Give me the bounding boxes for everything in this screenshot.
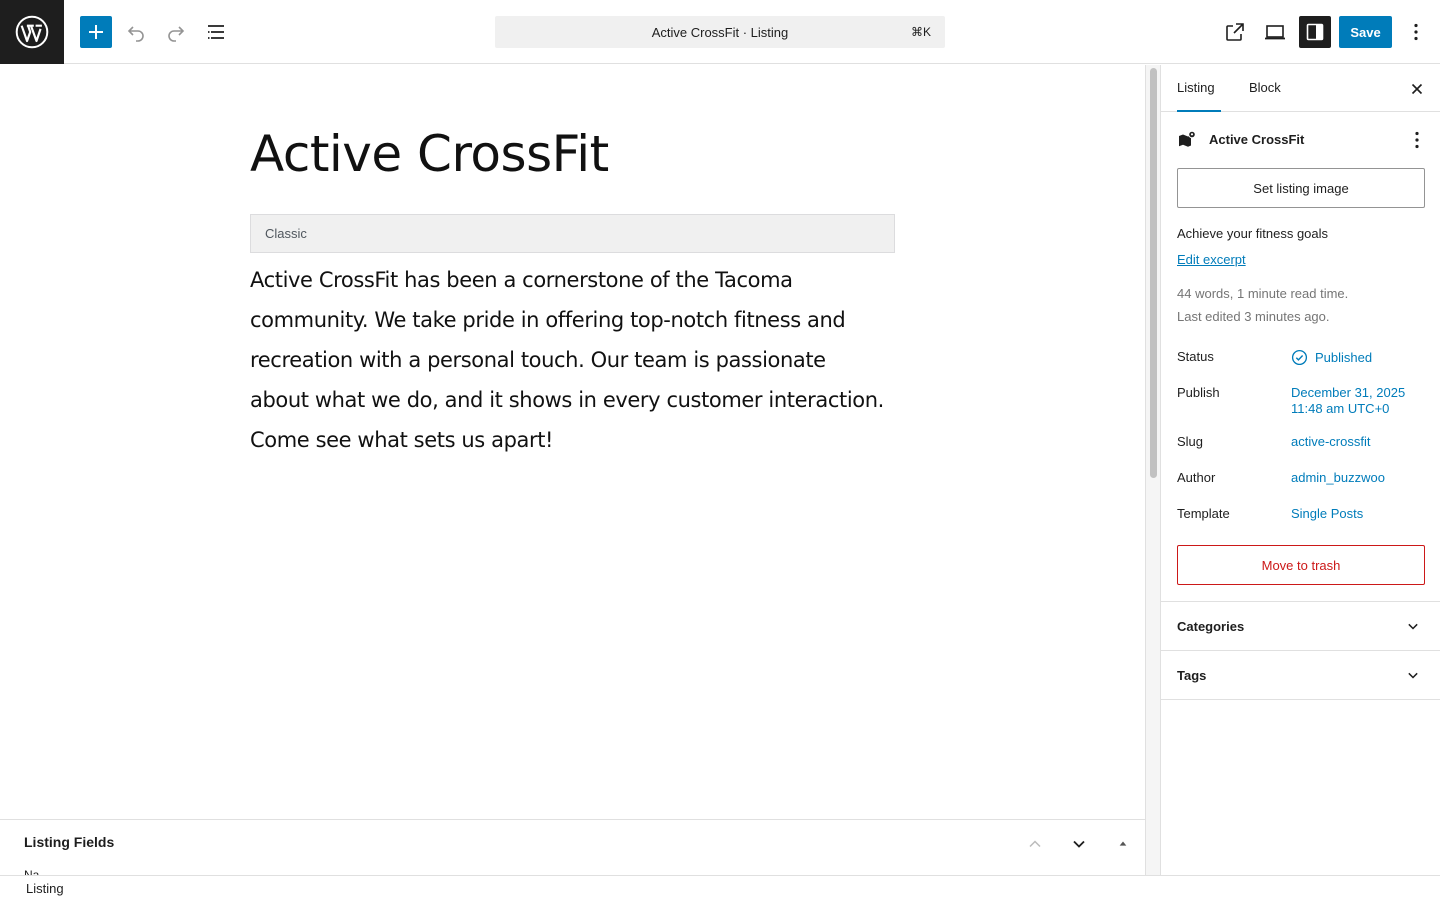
published-check-icon — [1291, 349, 1308, 366]
command-palette-button[interactable]: Active CrossFit · Listing ⌘K — [495, 16, 945, 48]
classic-block-toolbar[interactable]: Classic — [250, 214, 895, 253]
external-link-icon — [1226, 23, 1244, 41]
publish-time: 11:48 am UTC+0 — [1291, 401, 1390, 416]
author-value-button[interactable]: admin_buzzwoo — [1291, 470, 1385, 486]
set-listing-image-button[interactable]: Set listing image — [1177, 168, 1425, 208]
undo-button[interactable] — [120, 16, 152, 48]
slug-label: Slug — [1177, 434, 1204, 449]
tab-block[interactable]: Block — [1249, 65, 1281, 112]
tags-panel-title: Tags — [1177, 668, 1207, 683]
chevron-down-icon — [1401, 614, 1425, 638]
post-excerpt: Achieve your fitness goals — [1177, 226, 1329, 241]
slug-value-button[interactable]: active-crossfit — [1291, 434, 1370, 450]
block-breadcrumb-bar: Listing — [0, 875, 1440, 900]
tags-panel-toggle[interactable]: Tags — [1161, 650, 1440, 700]
vertical-dots-icon — [1415, 131, 1419, 149]
template-label: Template — [1177, 506, 1230, 521]
tab-listing[interactable]: Listing — [1177, 65, 1221, 112]
post-content[interactable]: Active CrossFit has been a cornerstone o… — [250, 260, 890, 460]
chevron-down-icon — [1073, 840, 1085, 848]
close-icon — [1411, 83, 1423, 95]
breadcrumb-item[interactable]: Listing — [26, 881, 64, 896]
author-label: Author — [1177, 470, 1216, 485]
view-post-button[interactable] — [1219, 16, 1251, 48]
move-to-trash-button[interactable]: Move to trash — [1177, 545, 1425, 585]
metabox-title: Listing Fields — [24, 834, 115, 850]
document-title: Active CrossFit · Listing — [651, 24, 789, 40]
template-value-button[interactable]: Single Posts — [1291, 506, 1363, 522]
list-view-button[interactable] — [200, 16, 232, 48]
close-sidebar-button[interactable] — [1405, 77, 1429, 101]
plus-icon — [89, 25, 103, 39]
last-edited: Last edited 3 minutes ago. — [1177, 309, 1330, 324]
desktop-icon — [1265, 25, 1285, 40]
settings-sidebar: Listing Block Active CrossFit Set listin… — [1160, 65, 1440, 875]
vertical-dots-icon — [1414, 23, 1418, 41]
scrollbar-thumb[interactable] — [1150, 68, 1157, 478]
post-summary-header: Active CrossFit — [1177, 128, 1425, 152]
publish-label: Publish — [1177, 385, 1220, 400]
editor-canvas: Active CrossFit Classic Active CrossFit … — [0, 65, 1145, 819]
preview-button[interactable] — [1259, 16, 1291, 48]
editor-scrollbar[interactable] — [1145, 65, 1160, 875]
chevron-up-icon — [1029, 840, 1041, 848]
map-icon — [1179, 130, 1196, 147]
publish-date-button[interactable]: December 31, 2025 11:48 am UTC+0 — [1291, 385, 1405, 417]
save-button[interactable]: Save — [1339, 16, 1392, 48]
undo-icon — [127, 26, 144, 42]
edit-excerpt-link[interactable]: Edit excerpt — [1177, 252, 1246, 267]
editor-header: Active CrossFit · Listing ⌘K Save — [0, 0, 1440, 64]
list-view-icon — [208, 25, 224, 39]
add-block-button[interactable] — [80, 16, 112, 48]
move-down-button[interactable] — [1067, 832, 1091, 856]
post-actions-button[interactable] — [1405, 128, 1429, 152]
toggle-panel-button[interactable] — [1111, 832, 1135, 856]
command-shortcut: ⌘K — [910, 25, 931, 39]
redo-icon — [168, 26, 185, 42]
sidebar-settings-icon — [1306, 23, 1324, 41]
options-menu-button[interactable] — [1400, 16, 1432, 48]
redo-button[interactable] — [160, 16, 192, 48]
publish-date: December 31, 2025 — [1291, 385, 1406, 400]
sidebar-tabs: Listing Block — [1161, 65, 1440, 112]
categories-panel-toggle[interactable]: Categories — [1161, 601, 1440, 650]
status-value-button[interactable]: Published — [1291, 349, 1372, 366]
word-count: 44 words, 1 minute read time. — [1177, 286, 1349, 301]
status-label: Status — [1177, 349, 1214, 364]
post-title[interactable]: Active CrossFit — [250, 125, 609, 183]
metabox-field-label: Na — [24, 868, 40, 875]
chevron-down-icon — [1401, 663, 1425, 687]
post-name: Active CrossFit — [1209, 132, 1305, 147]
settings-toggle-button[interactable] — [1299, 16, 1331, 48]
wordpress-logo-icon[interactable] — [0, 0, 64, 64]
categories-panel-title: Categories — [1177, 619, 1245, 634]
move-up-button[interactable] — [1023, 832, 1047, 856]
status-value: Published — [1315, 349, 1373, 365]
caret-up-icon — [1119, 841, 1127, 846]
listing-fields-metabox: Listing Fields Na — [0, 819, 1145, 875]
